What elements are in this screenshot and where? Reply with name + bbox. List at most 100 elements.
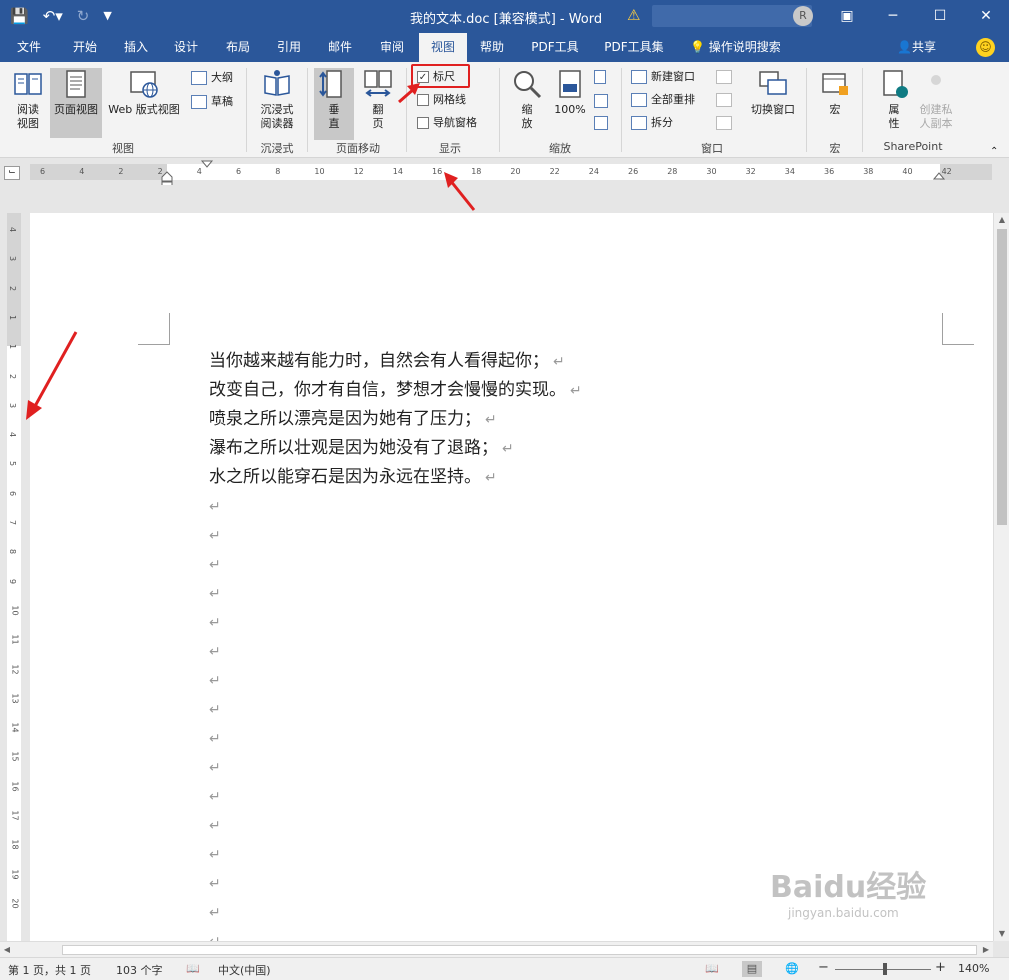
empty-paragraph[interactable]: ↵ [209,637,582,666]
first-line-indent-marker[interactable] [200,160,214,170]
multiple-pages-button[interactable] [594,94,608,108]
read-mode-view-icon[interactable]: 📖 [702,961,722,977]
account-name[interactable] [652,5,812,27]
vertical-button[interactable]: 垂 直 [314,68,354,140]
redo-icon[interactable]: ↻ [77,6,90,26]
empty-paragraph[interactable]: ↵ [209,898,582,927]
synchronous-scrolling-button[interactable] [716,93,732,107]
tab-review[interactable]: 审阅 [368,33,416,62]
zoom-out-icon[interactable]: − [818,960,829,975]
arrange-all-button[interactable]: 全部重排 [631,92,695,108]
collapse-ribbon-button[interactable]: ⌃ [990,144,998,160]
empty-paragraph[interactable]: ↵ [209,492,582,521]
new-window-button[interactable]: 新建窗口 [631,69,695,85]
outline-button[interactable]: 大纲 [191,70,233,86]
zoom-slider-thumb[interactable] [882,963,887,975]
empty-paragraph[interactable]: ↵ [209,753,582,782]
scroll-left-arrow-icon[interactable]: ◀ [0,942,14,958]
proofing-icon[interactable]: 📖 [186,962,200,975]
document-line[interactable]: 水之所以能穿石是因为永远在坚持。 ↵ [209,463,582,492]
split-button[interactable]: 拆分 [631,115,673,131]
empty-paragraph[interactable]: ↵ [209,608,582,637]
language[interactable]: 中文(中国) [218,962,271,978]
scroll-right-arrow-icon[interactable]: ▶ [979,942,993,958]
tab-pdf-tools[interactable]: PDF工具 [522,33,588,62]
macros-button[interactable]: 宏 [814,68,856,138]
empty-paragraph[interactable]: ↵ [209,521,582,550]
sync-scroll-icon [716,93,732,107]
empty-paragraph[interactable]: ↵ [209,724,582,753]
close-button[interactable]: ✕ [971,4,1001,28]
one-page-button[interactable] [594,70,606,84]
read-mode-button[interactable]: 阅读 视图 [6,68,50,136]
zoom-in-icon[interactable]: + [935,960,946,975]
print-layout-button[interactable]: 页面视图 [50,68,102,138]
tab-layout[interactable]: 布局 [214,33,262,62]
word-count[interactable]: 103 个字 [116,962,163,978]
tab-mailings[interactable]: 邮件 [316,33,364,62]
maximize-button[interactable]: ☐ [925,4,955,28]
tab-selector[interactable]: ⌙ [4,166,20,180]
scroll-down-arrow-icon[interactable]: ▼ [994,927,1009,941]
tab-file[interactable]: 文件 [6,33,52,62]
empty-paragraph[interactable]: ↵ [209,695,582,724]
scroll-up-arrow-icon[interactable]: ▲ [994,213,1009,227]
undo-icon[interactable]: ↶▾ [43,6,63,26]
draft-button[interactable]: 草稿 [191,94,233,110]
vertical-scroll-thumb[interactable] [997,229,1007,525]
feedback-smile-icon[interactable]: ☺ [976,38,995,57]
zoom-100-button[interactable]: 100% [550,68,590,128]
web-layout-view-icon[interactable]: 🌐 [782,961,802,977]
empty-paragraph[interactable]: ↵ [209,782,582,811]
tab-view[interactable]: 视图 [419,33,467,63]
tab-home[interactable]: 开始 [60,33,110,62]
web-layout-button[interactable]: Web 版式视图 [104,68,184,136]
properties-button[interactable]: 属 性 [872,68,916,138]
share-button[interactable]: 👤共享 [897,33,936,62]
tab-pdf-toolset[interactable]: PDF工具集 [597,33,671,62]
print-layout-view-icon[interactable]: ▤ [742,961,762,977]
warning-icon[interactable]: ⚠ [627,6,640,24]
empty-paragraph[interactable]: ↵ [209,550,582,579]
reset-window-position-button[interactable] [716,116,732,130]
page-width-button[interactable] [594,116,608,130]
avatar[interactable]: R [793,6,813,26]
empty-paragraph[interactable]: ↵ [209,811,582,840]
save-icon[interactable]: 💾 [10,6,29,26]
empty-paragraph[interactable]: ↵ [209,927,582,941]
ribbon-display-options-button[interactable]: ▣ [832,4,862,28]
tab-insert[interactable]: 插入 [112,33,160,62]
horizontal-ruler[interactable]: 6 4 2 2 4 6 8 10 12 14 16 18 20 22 24 26 28 30 32 34 36 38 40 4… [30,160,992,187]
zoom-level[interactable]: 140% [958,962,989,975]
document-line[interactable]: 当你越来越有能力时，自然会有人看得起你； ↵ [209,347,582,376]
right-indent-marker[interactable] [932,167,946,181]
empty-paragraph[interactable]: ↵ [209,579,582,608]
navigation-pane-checkbox[interactable]: 导航窗格 [417,115,477,131]
document-page[interactable]: 当你越来越有能力时，自然会有人看得起你； ↵ 改变自己，你才有自信，梦想才会慢慢的实… [30,213,993,941]
empty-paragraph[interactable]: ↵ [209,840,582,869]
switch-windows-button[interactable]: 切换窗口 [744,68,802,136]
create-private-copy-button[interactable]: 创建私 人副本 [914,68,958,138]
tab-help[interactable]: 帮助 [469,33,515,62]
document-line[interactable]: 喷泉之所以漂亮是因为她有了压力； ↵ [209,405,582,434]
zoom-button[interactable]: 缩 放 [506,68,548,138]
document-line[interactable]: 瀑布之所以壮观是因为她没有了退路； ↵ [209,434,582,463]
tab-design[interactable]: 设计 [162,33,210,62]
tab-references[interactable]: 引用 [265,33,313,62]
empty-paragraph[interactable]: ↵ [209,869,582,898]
page-count[interactable]: 第 1 页，共 1 页 [8,962,91,978]
side-to-side-button[interactable]: 翻 页 [358,68,398,140]
view-side-by-side-button[interactable] [716,70,732,84]
document-canvas[interactable]: 当你越来越有能力时，自然会有人看得起你； ↵ 改变自己，你才有自信，梦想才会慢慢的实… [22,185,993,941]
gridlines-checkbox[interactable]: 网格线 [417,92,466,108]
document-line[interactable]: 改变自己，你才有自信，梦想才会慢慢的实现。 ↵ [209,376,582,405]
left-indent-marker[interactable] [158,163,176,187]
vertical-scrollbar[interactable]: ▲ ▼ [993,213,1009,941]
document-body[interactable]: 当你越来越有能力时，自然会有人看得起你； ↵ 改变自己，你才有自信，梦想才会慢慢的实… [209,347,582,941]
immersive-reader-button[interactable]: 沉浸式 阅读器 [254,68,300,136]
minimize-button[interactable]: ─ [878,4,908,28]
vertical-ruler[interactable]: 4 3 2 1 1 2 3 4 5 6 7 8 9 10 11 12 13 14 15 16 17 18 19 20 [7,213,21,941]
tell-me-search[interactable]: 💡 操作说明搜索 [690,33,781,62]
empty-paragraph[interactable]: ↵ [209,666,582,695]
customize-icon[interactable]: ▼ [103,6,111,26]
